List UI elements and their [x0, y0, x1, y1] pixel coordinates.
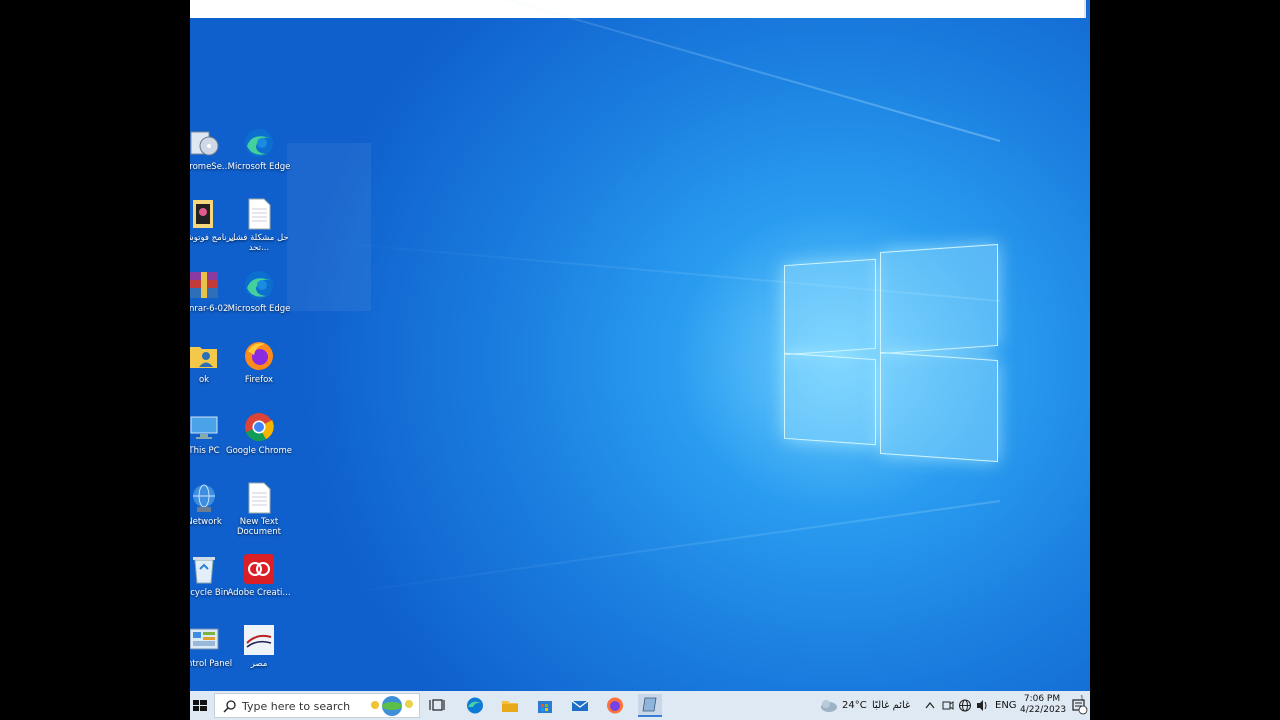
camera-icon [942, 701, 954, 710]
start-button[interactable] [190, 691, 212, 720]
show-hidden-icons-button[interactable] [923, 691, 937, 720]
firefox-icon [242, 339, 276, 373]
desktop-icon[interactable]: Firefox [223, 339, 295, 385]
edge-icon [467, 697, 483, 714]
wallpaper-beam [278, 0, 1001, 142]
adobe-cc-icon [242, 552, 276, 586]
control-panel-icon [190, 623, 221, 657]
windows-start-icon [193, 700, 207, 711]
clock-time: 7:06 PM [1023, 694, 1061, 704]
desktop-icon[interactable]: Microsoft Edge [223, 268, 295, 314]
winrar-icon [190, 268, 221, 302]
desktop-icon-label: New Text Document [236, 517, 282, 537]
taskbar: Type here to search 24°C غائم غالبًا ENG… [190, 691, 1090, 720]
windows-logo-wallpaper [784, 240, 998, 463]
desktop-icon-label: مصر [250, 659, 268, 669]
taskbar-file-explorer[interactable] [498, 694, 522, 717]
taskbar-search-box[interactable]: Type here to search [214, 693, 420, 718]
network-status-button[interactable] [958, 691, 972, 720]
window-top-edge [190, 0, 1086, 18]
desktop-icon-label: Adobe Creati... [227, 588, 291, 598]
taskbar-edge[interactable] [463, 694, 487, 717]
clock-date: 4/22/2023 [1020, 705, 1067, 715]
folder-icon [502, 701, 518, 712]
text-document-icon [242, 197, 276, 231]
taskbar-active-app[interactable] [638, 694, 662, 717]
task-view-icon [429, 699, 445, 711]
desktop-icon-label: Firefox [244, 375, 274, 385]
weather-condition: غائم غالبًا [872, 700, 911, 711]
selection-highlight [287, 143, 371, 311]
desktop-icon[interactable]: حل مشكلة فشل تحد... [223, 197, 295, 253]
taskbar-mail[interactable] [568, 694, 592, 717]
taskbar-firefox[interactable] [603, 694, 627, 717]
recycle-bin-icon [190, 552, 221, 586]
disc-setup-icon [190, 126, 221, 160]
desktop-icon[interactable]: مصر [223, 623, 295, 669]
search-highlight-icon [371, 696, 413, 716]
meet-now-button[interactable] [941, 691, 955, 720]
photoshop-folder-icon [190, 197, 221, 231]
notification-count: 1 [1080, 695, 1084, 702]
edge-icon [242, 126, 276, 160]
desktop-icon-label: Google Chrome [225, 446, 293, 456]
chevron-up-icon [925, 702, 935, 709]
speaker-icon [977, 700, 987, 711]
weather-widget[interactable] [818, 691, 840, 720]
action-center-button[interactable]: 1 [1070, 691, 1088, 720]
search-icon [223, 700, 236, 713]
firefox-icon [607, 697, 623, 714]
desktop-screen: ChromeSe...Microsoft Edgeبرنامج فوتوشوبح… [190, 0, 1090, 720]
desktop-icon-label: حل مشكلة فشل تحد... [229, 233, 289, 253]
app-window-icon [642, 697, 657, 712]
clock[interactable]: 7:06 PM 4/22/2023 [1020, 691, 1067, 720]
cloud-icon [821, 700, 837, 712]
volume-button[interactable] [975, 691, 989, 720]
edge-icon [242, 268, 276, 302]
desktop-icon-label: Microsoft Edge [227, 162, 291, 172]
mail-icon [571, 700, 589, 711]
desktop-icon[interactable]: Adobe Creati... [223, 552, 295, 598]
input-language[interactable]: ENG [995, 691, 1017, 720]
globe-icon [959, 699, 971, 712]
desktop-icon[interactable]: New Text Document [223, 481, 295, 537]
search-placeholder: Type here to search [242, 700, 351, 713]
weather-temperature: 24°C [842, 700, 867, 711]
task-view-button[interactable] [427, 694, 451, 717]
user-folder-icon [190, 339, 221, 373]
taskbar-store[interactable] [533, 694, 557, 717]
desktop-icon[interactable]: Google Chrome [223, 410, 295, 456]
chrome-icon [242, 410, 276, 444]
desktop-icon-label: Microsoft Edge [227, 304, 291, 314]
store-icon [538, 701, 552, 713]
desktop-icon[interactable]: Microsoft Edge [223, 126, 295, 172]
text-document-icon [242, 481, 276, 515]
computer-icon [190, 410, 221, 444]
network-icon [190, 481, 221, 515]
app-shortcut-icon [242, 623, 276, 657]
wallpaper-beam [316, 500, 1001, 599]
notification-icon [1072, 699, 1088, 715]
